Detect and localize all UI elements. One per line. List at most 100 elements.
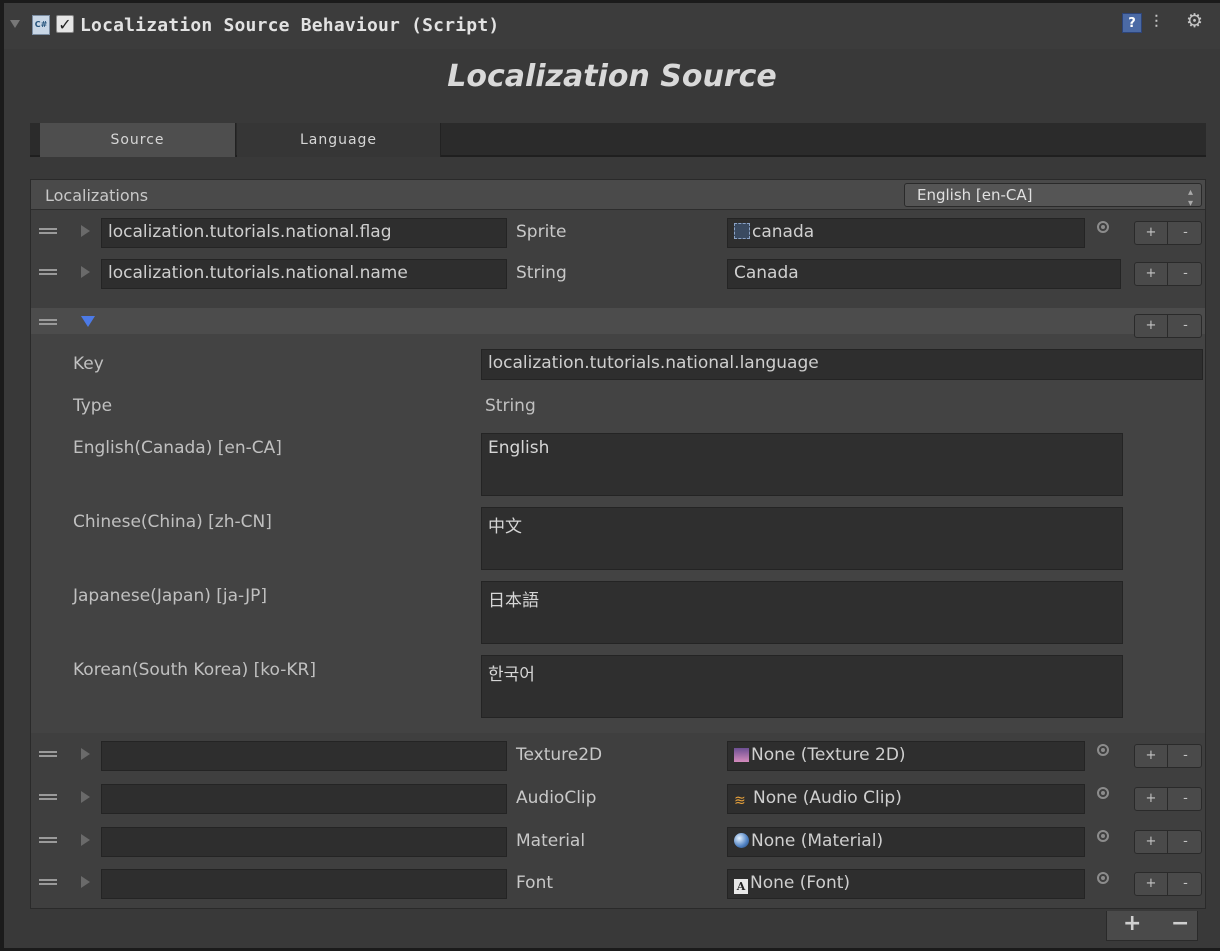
- value-text: None (Audio Clip): [753, 788, 902, 808]
- csharp-script-icon: C#: [32, 15, 50, 35]
- key-label: Key: [73, 354, 104, 374]
- type-label: Font: [516, 873, 554, 893]
- expand-arrow-icon[interactable]: [81, 791, 90, 803]
- item-plus-minus: + -: [1134, 221, 1202, 245]
- translation-label-ko-kr: Korean(South Korea) [ko-KR]: [73, 660, 316, 680]
- type-label: Texture2D: [516, 745, 603, 765]
- key-input[interactable]: localization.tutorials.national.name: [101, 259, 507, 289]
- key-input[interactable]: localization.tutorials.national.flag: [101, 218, 507, 248]
- remove-button[interactable]: -: [1169, 831, 1202, 853]
- item-plus-minus: + -: [1134, 262, 1202, 286]
- value-text: None (Font): [750, 873, 851, 893]
- value-text: None (Texture 2D): [751, 745, 906, 765]
- value-object-field[interactable]: canada: [727, 218, 1085, 248]
- type-label: Sprite: [516, 222, 567, 242]
- key-input[interactable]: [101, 869, 507, 899]
- translation-label-ja-jp: Japanese(Japan) [ja-JP]: [73, 586, 268, 606]
- tab-language[interactable]: Language: [237, 123, 441, 157]
- translation-input-ja-jp[interactable]: 日本語: [481, 581, 1123, 644]
- drag-handle-icon[interactable]: [39, 794, 57, 800]
- list-item: localization.tutorials.national.name Str…: [31, 252, 1205, 292]
- object-picker-icon[interactable]: [1097, 221, 1109, 233]
- expanded-item: + - Key localization.tutorials.national.…: [31, 308, 1205, 733]
- key-input[interactable]: [101, 827, 507, 857]
- value-text: None (Material): [751, 831, 884, 851]
- value-object-field[interactable]: A None (Font): [727, 869, 1085, 899]
- value-input[interactable]: Canada: [727, 259, 1121, 289]
- sprite-icon: [734, 223, 750, 239]
- add-button[interactable]: +: [1135, 745, 1168, 767]
- remove-button[interactable]: -: [1169, 788, 1202, 810]
- type-value: String: [485, 396, 536, 416]
- translation-input-zh-cn[interactable]: 中文: [481, 507, 1123, 570]
- item-plus-minus: + -: [1134, 830, 1202, 854]
- value-text: canada: [752, 222, 815, 242]
- component-header[interactable]: C# ✓ Localization Source Behaviour (Scri…: [4, 3, 1220, 49]
- add-button[interactable]: +: [1135, 873, 1168, 895]
- item-plus-minus: + -: [1134, 314, 1202, 338]
- foldout-arrow-icon[interactable]: [10, 20, 20, 28]
- drag-handle-icon[interactable]: [39, 879, 57, 885]
- list-item: Material None (Material) + -: [31, 820, 1205, 860]
- add-button[interactable]: +: [1135, 315, 1168, 337]
- object-picker-icon[interactable]: [1097, 830, 1109, 842]
- drag-handle-icon[interactable]: [39, 228, 57, 234]
- remove-button[interactable]: -: [1169, 873, 1202, 895]
- key-input[interactable]: [101, 741, 507, 771]
- key-field[interactable]: localization.tutorials.national.language: [481, 349, 1203, 380]
- font-icon: A: [734, 879, 748, 894]
- remove-button[interactable]: -: [1169, 745, 1202, 767]
- value-object-field[interactable]: None (Texture 2D): [727, 741, 1085, 771]
- object-picker-icon[interactable]: [1097, 872, 1109, 884]
- expand-arrow-icon[interactable]: [81, 748, 90, 760]
- type-label: String: [516, 263, 567, 283]
- inspector-panel: C# ✓ Localization Source Behaviour (Scri…: [4, 3, 1220, 948]
- key-input[interactable]: [101, 784, 507, 814]
- expand-arrow-icon[interactable]: [81, 225, 90, 237]
- list-item: Font A None (Font) + -: [31, 862, 1205, 902]
- list-header-label: Localizations: [45, 186, 149, 205]
- language-dropdown-value: English [en-CA]: [917, 186, 1033, 204]
- remove-button[interactable]: -: [1169, 222, 1202, 244]
- add-button[interactable]: +: [1135, 222, 1168, 244]
- language-dropdown[interactable]: English [en-CA] ▴ ▾: [904, 183, 1202, 209]
- collapse-arrow-icon[interactable]: [81, 316, 95, 327]
- add-button[interactable]: +: [1135, 788, 1168, 810]
- remove-button[interactable]: -: [1169, 315, 1202, 337]
- drag-handle-icon[interactable]: [39, 751, 57, 757]
- object-picker-icon[interactable]: [1097, 787, 1109, 799]
- list-header: Localizations English [en-CA] ▴ ▾: [31, 180, 1205, 210]
- drag-handle-icon[interactable]: [39, 319, 57, 325]
- translation-input-ko-kr[interactable]: 한국어: [481, 655, 1123, 718]
- remove-button[interactable]: -: [1169, 263, 1202, 285]
- drag-handle-icon[interactable]: [39, 269, 57, 275]
- list-footer: + −: [1106, 911, 1198, 941]
- drag-handle-icon[interactable]: [39, 837, 57, 843]
- gear-icon[interactable]: ⚙: [1186, 10, 1203, 32]
- component-enabled-checkbox[interactable]: ✓: [56, 15, 74, 33]
- expand-arrow-icon[interactable]: [81, 876, 90, 888]
- list-item: AudioClip ≋ None (Audio Clip) + -: [31, 777, 1205, 817]
- add-button[interactable]: +: [1135, 831, 1168, 853]
- tab-source[interactable]: Source: [40, 123, 236, 157]
- expand-arrow-icon[interactable]: [81, 834, 90, 846]
- help-icon[interactable]: ?: [1122, 13, 1142, 33]
- expand-arrow-icon[interactable]: [81, 266, 90, 278]
- type-label: AudioClip: [516, 788, 597, 808]
- translation-input-en-ca[interactable]: English: [481, 433, 1123, 496]
- remove-element-button[interactable]: −: [1171, 911, 1189, 936]
- item-plus-minus: + -: [1134, 787, 1202, 811]
- translation-label-en-ca: English(Canada) [en-CA]: [73, 438, 282, 458]
- add-button[interactable]: +: [1135, 263, 1168, 285]
- object-picker-icon[interactable]: [1097, 744, 1109, 756]
- tab-bar: Source Language: [30, 123, 1206, 157]
- value-object-field[interactable]: ≋ None (Audio Clip): [727, 784, 1085, 814]
- value-object-field[interactable]: None (Material): [727, 827, 1085, 857]
- material-icon: [734, 833, 749, 848]
- add-element-button[interactable]: +: [1123, 911, 1141, 936]
- dropdown-arrow-icon: ▴ ▾: [1187, 187, 1193, 209]
- list-item: Texture2D None (Texture 2D) + -: [31, 734, 1205, 774]
- preset-icon[interactable]: ⫶: [1154, 12, 1159, 33]
- component-title: Localization Source Behaviour (Script): [80, 15, 500, 36]
- translation-label-zh-cn: Chinese(China) [zh-CN]: [73, 512, 272, 532]
